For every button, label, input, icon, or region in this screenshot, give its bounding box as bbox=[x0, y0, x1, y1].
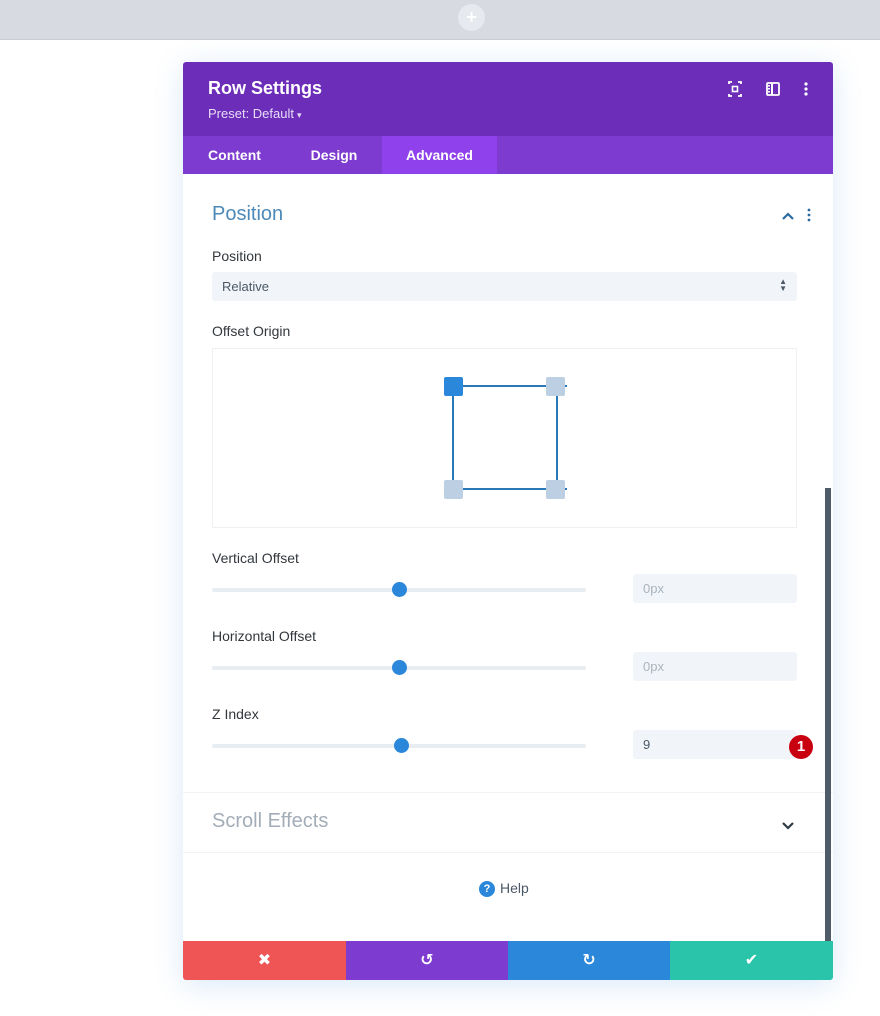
preset-dropdown[interactable]: Preset: Default ▾ bbox=[208, 106, 302, 121]
scrollbar[interactable] bbox=[825, 488, 831, 980]
more-vertical-icon[interactable] bbox=[798, 80, 814, 98]
origin-handle-top-left[interactable] bbox=[444, 377, 463, 396]
expand-icon[interactable] bbox=[727, 80, 743, 98]
horizontal-offset-label: Horizontal Offset bbox=[212, 628, 317, 644]
modal-header: Row Settings Preset: Default ▾ bbox=[183, 62, 833, 136]
offset-origin-picker bbox=[212, 348, 797, 528]
preset-label: Preset: Default bbox=[208, 106, 294, 121]
section-divider bbox=[183, 852, 833, 853]
origin-edge-left bbox=[452, 385, 454, 489]
scroll-effects-section-title[interactable]: Scroll Effects bbox=[212, 810, 328, 833]
position-section-title[interactable]: Position bbox=[212, 203, 283, 226]
origin-edge-right bbox=[556, 385, 558, 489]
step-badge: 1 bbox=[789, 735, 813, 759]
undo-icon: ↺ bbox=[420, 952, 434, 969]
builder-top-bar: + bbox=[0, 0, 880, 40]
vertical-offset-slider[interactable] bbox=[212, 582, 586, 597]
origin-handle-bottom-left[interactable] bbox=[444, 480, 463, 499]
chevron-up-icon[interactable] bbox=[781, 208, 795, 226]
help-label: Help bbox=[500, 880, 529, 896]
section-divider bbox=[183, 792, 833, 793]
redo-icon: ↻ bbox=[582, 952, 596, 969]
horizontal-offset-input[interactable]: 0px bbox=[633, 652, 797, 681]
modal-title: Row Settings bbox=[208, 78, 323, 98]
position-select[interactable]: Relative ▲ ▼ bbox=[212, 272, 797, 301]
origin-handle-bottom-right[interactable] bbox=[546, 480, 565, 499]
vertical-offset-label: Vertical Offset bbox=[212, 550, 299, 566]
caret-down-icon: ▾ bbox=[297, 110, 302, 120]
redo-button[interactable]: ↻ bbox=[508, 941, 670, 980]
section-options-icon[interactable] bbox=[805, 208, 813, 227]
tab-content[interactable]: Content bbox=[183, 136, 286, 174]
horizontal-offset-slider[interactable] bbox=[212, 660, 586, 675]
offset-origin-label: Offset Origin bbox=[212, 323, 291, 339]
tab-advanced[interactable]: Advanced bbox=[382, 136, 497, 174]
vertical-offset-input[interactable]: 0px bbox=[633, 574, 797, 603]
undo-button[interactable]: ↺ bbox=[346, 941, 508, 980]
cancel-button[interactable]: ✖ bbox=[183, 941, 346, 980]
checkmark-icon: ✔ bbox=[744, 952, 759, 969]
row-settings-modal: Row Settings Preset: Default ▾ Content De… bbox=[183, 62, 833, 980]
help-link[interactable]: ? Help bbox=[479, 880, 529, 898]
save-button[interactable]: ✔ bbox=[670, 941, 833, 980]
slider-handle[interactable] bbox=[391, 582, 407, 597]
help-icon: ? bbox=[479, 881, 495, 898]
settings-body: Position Position Relative ▲ ▼ Offset Ori… bbox=[183, 174, 833, 980]
z-index-label: Z Index bbox=[212, 706, 259, 722]
slider-handle[interactable] bbox=[391, 660, 407, 675]
plus-icon: + bbox=[466, 7, 477, 27]
position-select-value: Relative bbox=[222, 279, 269, 294]
select-arrows-icon: ▲ ▼ bbox=[779, 277, 787, 293]
tab-bar: Content Design Advanced bbox=[183, 136, 833, 174]
z-index-slider[interactable] bbox=[212, 738, 586, 753]
z-index-input[interactable]: 9 bbox=[633, 730, 797, 759]
sidebar-layout-icon[interactable] bbox=[765, 80, 781, 98]
close-icon: ✖ bbox=[257, 952, 272, 969]
slider-handle[interactable] bbox=[394, 738, 410, 753]
origin-handle-top-right[interactable] bbox=[546, 377, 565, 396]
tab-design[interactable]: Design bbox=[286, 136, 382, 174]
chevron-down-icon[interactable] bbox=[781, 818, 795, 836]
add-section-button[interactable]: + bbox=[458, 4, 485, 31]
modal-footer: ✖ ↺ ↻ ✔ bbox=[183, 941, 833, 980]
position-label: Position bbox=[212, 248, 262, 264]
